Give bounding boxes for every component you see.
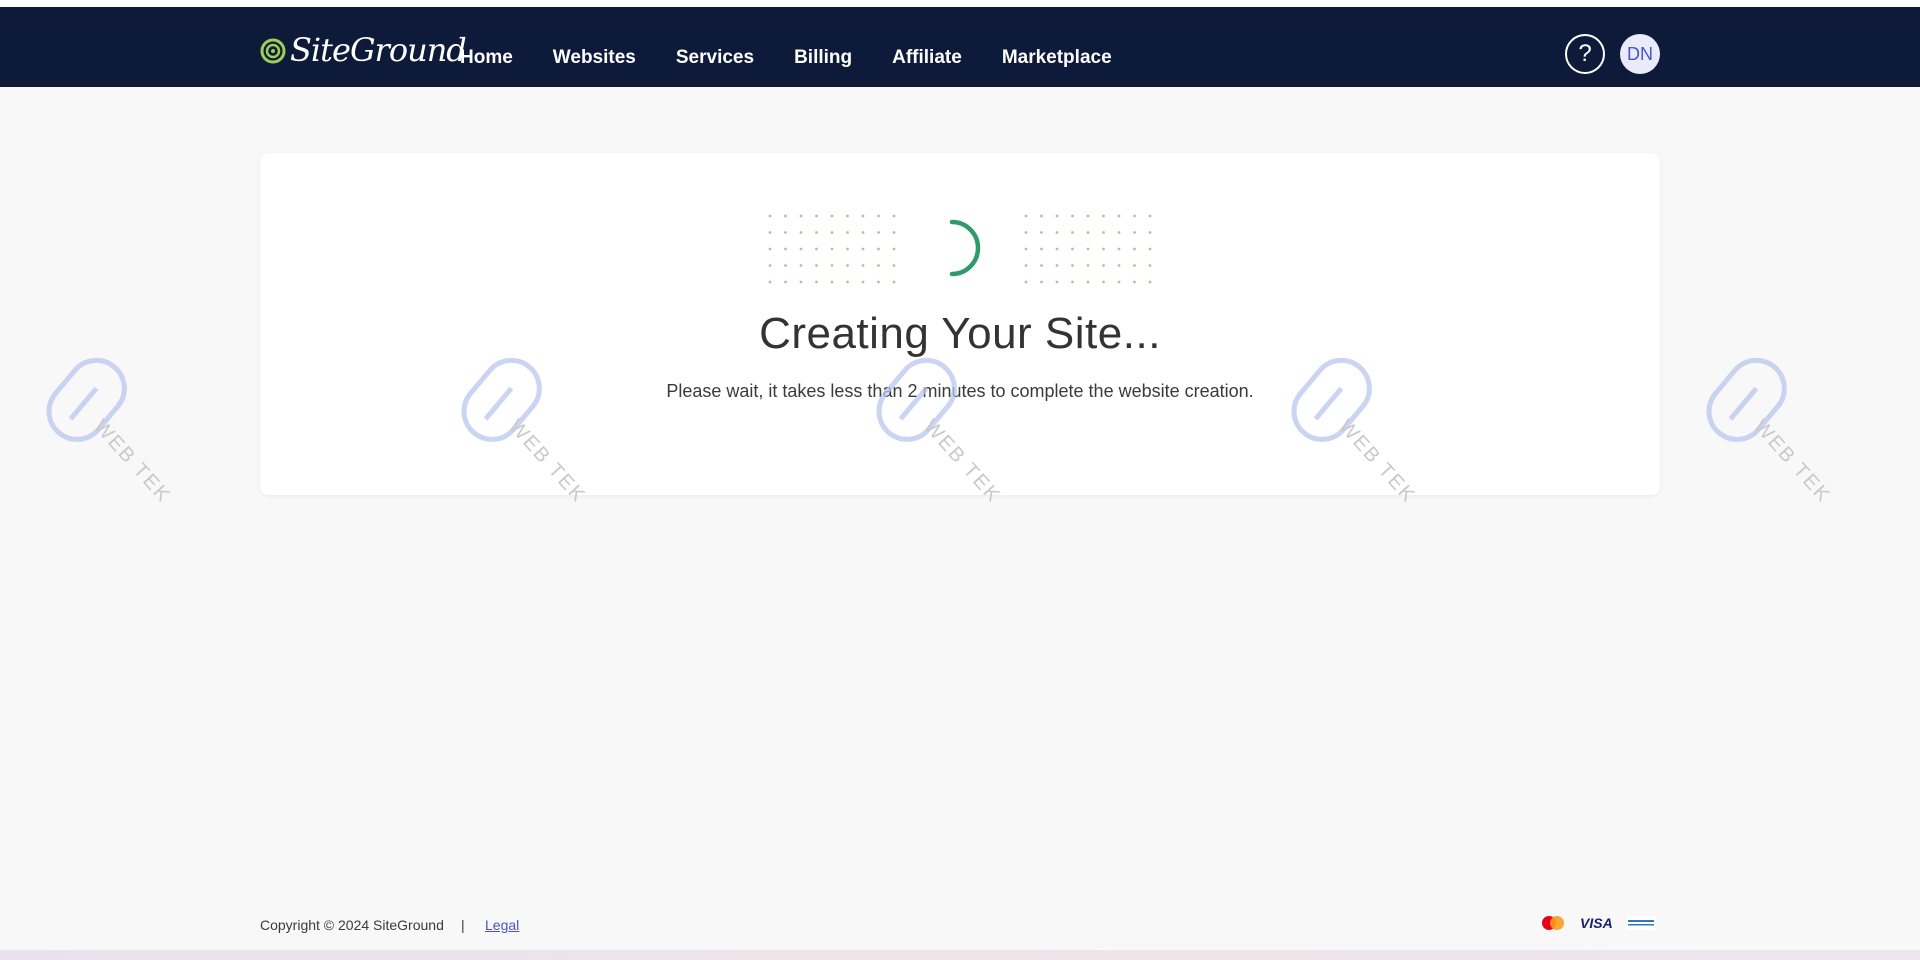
payment-methods: VISA xyxy=(1540,914,1655,932)
copyright-text: Copyright © 2024 SiteGround xyxy=(260,917,444,933)
top-navigation-bar: SiteGround Home Websites Services Billin… xyxy=(0,7,1920,87)
loading-indicator xyxy=(760,208,1160,288)
siteground-logo[interactable]: SiteGround xyxy=(260,31,467,69)
watermark-logo: WEB TEK xyxy=(1685,355,1855,515)
page-title: Creating Your Site... xyxy=(759,309,1161,358)
site-creation-card: Creating Your Site... Please wait, it ta… xyxy=(260,153,1660,495)
help-button[interactable]: ? xyxy=(1565,34,1605,74)
bottom-strip xyxy=(0,950,1920,960)
legal-link[interactable]: Legal xyxy=(485,917,519,933)
visa-icon: VISA xyxy=(1580,915,1613,931)
nav-websites[interactable]: Websites xyxy=(553,47,636,69)
logo-text: SiteGround xyxy=(290,31,467,69)
nav-billing[interactable]: Billing xyxy=(794,47,852,69)
user-avatar[interactable]: DN xyxy=(1620,34,1660,74)
svg-text:WEB TEK: WEB TEK xyxy=(1749,416,1835,508)
watermark-logo: WEB TEK xyxy=(25,355,195,515)
nav-services[interactable]: Services xyxy=(676,47,754,69)
svg-text:WEB TEK: WEB TEK xyxy=(89,416,175,508)
siteground-swirl-icon xyxy=(260,38,286,64)
spinner-icon xyxy=(949,219,981,277)
nav-home[interactable]: Home xyxy=(460,47,513,69)
american-express-icon xyxy=(1626,916,1655,930)
status-message: Please wait, it takes less than 2 minute… xyxy=(666,381,1254,401)
footer-separator: | xyxy=(461,917,465,933)
mastercard-icon xyxy=(1542,916,1564,930)
main-nav: Home Websites Services Billing Affiliate… xyxy=(460,47,1112,69)
top-strip xyxy=(0,0,1920,7)
question-mark-icon: ? xyxy=(1578,40,1592,67)
nav-affiliate[interactable]: Affiliate xyxy=(892,47,962,69)
nav-marketplace[interactable]: Marketplace xyxy=(1002,47,1112,69)
